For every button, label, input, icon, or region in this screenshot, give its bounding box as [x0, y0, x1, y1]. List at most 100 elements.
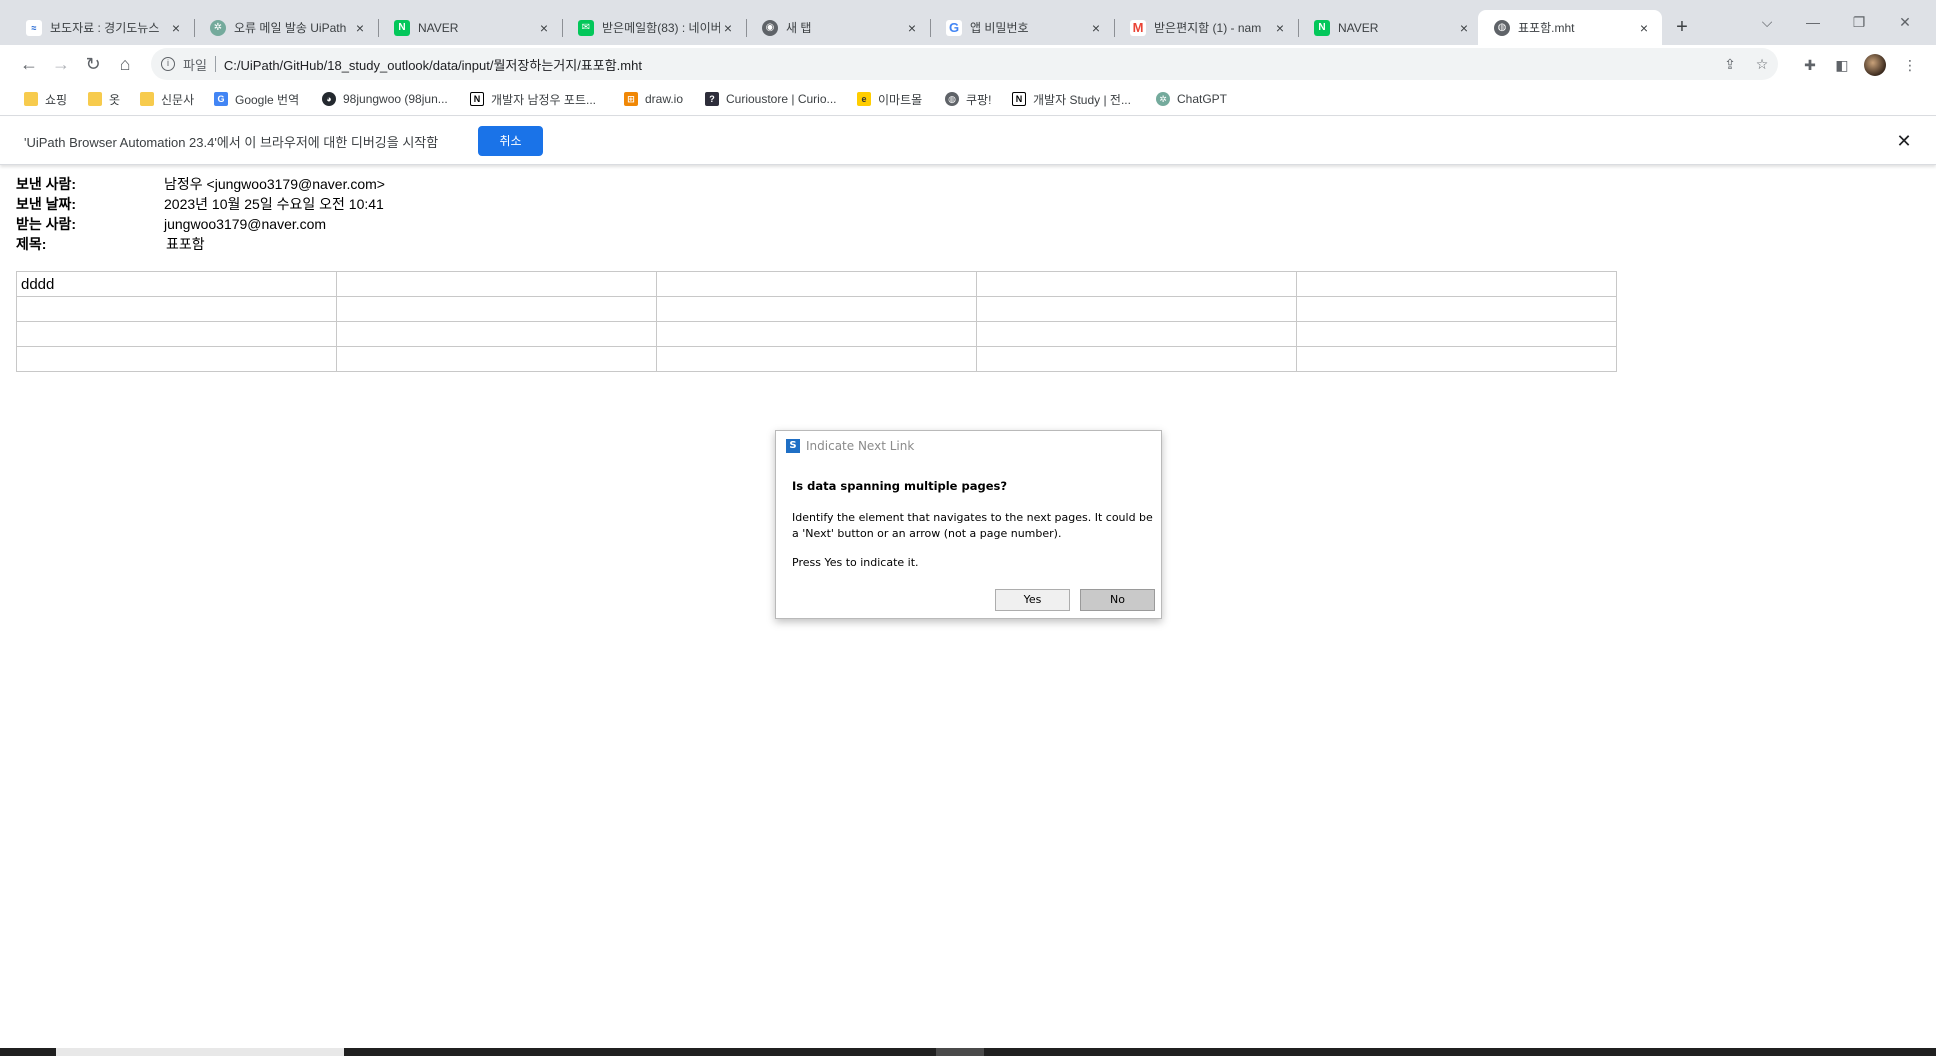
- notion-icon: N: [1012, 92, 1026, 106]
- table-cell: [656, 346, 977, 372]
- email-table: dddd: [16, 271, 1617, 372]
- table-cell: [1296, 346, 1617, 372]
- subject-row: 제목: 표포함: [16, 234, 385, 254]
- subject-label: 제목:: [16, 236, 47, 252]
- news-favicon: ≈: [26, 19, 42, 36]
- bookmark-coupang[interactable]: ◍ 쿠팡!: [945, 89, 991, 109]
- back-icon[interactable]: ←: [15, 50, 43, 78]
- coupang-icon: ◍: [945, 92, 959, 106]
- browser-toolbar: ← → ↻ ⌂ i 파일 C:/UiPath/GitHub/18_study_o…: [0, 45, 1936, 83]
- extensions-icon[interactable]: ✚: [1800, 55, 1820, 75]
- table-cell: [16, 296, 337, 322]
- bookmark-label: 개발자 남정우 포트...: [491, 92, 596, 107]
- bookmark-curioustore[interactable]: ? Curioustore | Curio...: [705, 89, 837, 109]
- table-cell: [336, 296, 657, 322]
- browser-tab[interactable]: ✲ 오류 메일 발송 UiPath ×: [194, 10, 379, 45]
- close-tab-icon[interactable]: ×: [352, 20, 368, 36]
- cancel-debugging-button[interactable]: 취소: [478, 126, 543, 156]
- taskbar-active-app[interactable]: [936, 1048, 984, 1056]
- bookmark-folder-news[interactable]: 신문사: [140, 89, 194, 109]
- table-cell: [336, 271, 657, 297]
- reload-icon[interactable]: ↻: [79, 50, 107, 78]
- bookmark-label: 개발자 Study | 전...: [1033, 92, 1131, 107]
- folder-icon: [140, 92, 154, 106]
- browser-tab[interactable]: M 받은편지함 (1) - nam ×: [1114, 10, 1299, 45]
- yes-button[interactable]: Yes: [995, 589, 1070, 611]
- dialog-instruction: Press Yes to indicate it.: [792, 556, 919, 569]
- bookmark-portfolio[interactable]: N 개발자 남정우 포트...: [470, 89, 596, 109]
- table-cell: [656, 296, 977, 322]
- close-tab-icon[interactable]: ×: [536, 20, 552, 36]
- bookmark-drawio[interactable]: ⊞ draw.io: [624, 89, 683, 109]
- to-label: 받는 사람:: [16, 216, 77, 232]
- side-panel-icon[interactable]: ◧: [1832, 55, 1852, 75]
- table-row: [16, 346, 1617, 372]
- profile-avatar[interactable]: [1864, 54, 1886, 76]
- bookmark-emart[interactable]: e 이마트몰: [857, 89, 922, 109]
- restore-button[interactable]: ❐: [1836, 8, 1882, 36]
- taskbar: [0, 1048, 1936, 1056]
- browser-tab[interactable]: N NAVER ×: [378, 10, 563, 45]
- bookmark-star-icon[interactable]: ☆: [1753, 55, 1771, 73]
- share-icon[interactable]: ⇪: [1721, 55, 1739, 73]
- drawio-icon: ⊞: [624, 92, 638, 106]
- curio-icon: ?: [705, 92, 719, 106]
- notion-icon: N: [470, 92, 484, 106]
- close-tab-icon[interactable]: ×: [1456, 20, 1472, 36]
- bookmark-chatgpt[interactable]: ✲ ChatGPT: [1156, 89, 1227, 109]
- close-tab-icon[interactable]: ×: [1272, 20, 1288, 36]
- dialog-body: Identify the element that navigates to t…: [792, 511, 1153, 540]
- menu-icon[interactable]: ⋮: [1900, 55, 1920, 75]
- bookmarks-bar: 쇼핑 옷 신문사 G Google 번역 ◕ 98jungwoo (98jun.…: [0, 83, 1936, 116]
- bookmark-label: 쇼핑: [45, 92, 68, 107]
- forward-icon[interactable]: →: [47, 50, 75, 78]
- close-window-button[interactable]: ✕: [1882, 8, 1928, 36]
- table-cell: [976, 271, 1297, 297]
- close-tab-icon[interactable]: ×: [1636, 20, 1652, 36]
- close-tab-icon[interactable]: ×: [720, 20, 736, 36]
- bookmark-dev-study[interactable]: N 개발자 Study | 전...: [1012, 89, 1131, 109]
- browser-tab[interactable]: N NAVER ×: [1298, 10, 1482, 45]
- table-cell: [1296, 271, 1617, 297]
- bookmark-label: Google 번역: [235, 92, 300, 107]
- info-icon[interactable]: i: [161, 57, 175, 71]
- gmail-favicon: M: [1130, 19, 1146, 36]
- tab-title: NAVER: [1338, 20, 1379, 35]
- infobar-message: 'UiPath Browser Automation 23.4'에서 이 브라우…: [24, 135, 439, 150]
- browser-tab[interactable]: G 앱 비밀번호 ×: [930, 10, 1115, 45]
- table-cell: [656, 271, 977, 297]
- tab-search-icon[interactable]: ⌵: [1744, 8, 1790, 36]
- naver-mail-favicon: ✉: [578, 19, 594, 36]
- bookmark-github[interactable]: ◕ 98jungwoo (98jun...: [322, 89, 448, 109]
- table-cell: [16, 346, 337, 372]
- taskbar-search-box[interactable]: [56, 1048, 344, 1056]
- chrome-favicon: ◉: [762, 19, 778, 36]
- bookmark-google-translate[interactable]: G Google 번역: [214, 89, 299, 109]
- browser-tab[interactable]: ≈ 보도자료 : 경기도뉴스 ×: [10, 10, 195, 45]
- minimize-button[interactable]: —: [1790, 8, 1836, 36]
- table-cell: dddd: [16, 271, 337, 297]
- no-button[interactable]: No: [1080, 589, 1155, 611]
- home-icon[interactable]: ⌂: [111, 50, 139, 78]
- close-tab-icon[interactable]: ×: [904, 20, 920, 36]
- tab-title: 받은메일함(83) : 네이버: [602, 21, 720, 35]
- github-icon: ◕: [322, 92, 336, 106]
- tab-title: 앱 비밀번호: [970, 21, 1029, 35]
- new-tab-button[interactable]: +: [1668, 13, 1696, 41]
- tab-title: 오류 메일 발송 UiPath: [234, 21, 347, 35]
- table-cell: [336, 321, 657, 347]
- table-cell: [1296, 321, 1617, 347]
- close-infobar-icon[interactable]: ✕: [1892, 129, 1916, 153]
- address-bar[interactable]: i 파일 C:/UiPath/GitHub/18_study_outlook/d…: [151, 48, 1778, 80]
- bookmark-folder-clothes[interactable]: 옷: [88, 89, 120, 109]
- close-tab-icon[interactable]: ×: [168, 20, 184, 36]
- browser-tab-active[interactable]: ◍ 표포함.mht ×: [1478, 10, 1662, 45]
- browser-tab[interactable]: ◉ 새 탭 ×: [746, 10, 931, 45]
- address-scheme-label: 파일: [183, 57, 207, 73]
- address-url[interactable]: C:/UiPath/GitHub/18_study_outlook/data/i…: [224, 55, 642, 74]
- close-tab-icon[interactable]: ×: [1088, 20, 1104, 36]
- bookmark-label: Curioustore | Curio...: [726, 92, 837, 106]
- browser-tab[interactable]: ✉ 받은메일함(83) : 네이버 ×: [562, 10, 747, 45]
- bookmark-folder-shopping[interactable]: 쇼핑: [24, 89, 67, 109]
- table-cell: [976, 346, 1297, 372]
